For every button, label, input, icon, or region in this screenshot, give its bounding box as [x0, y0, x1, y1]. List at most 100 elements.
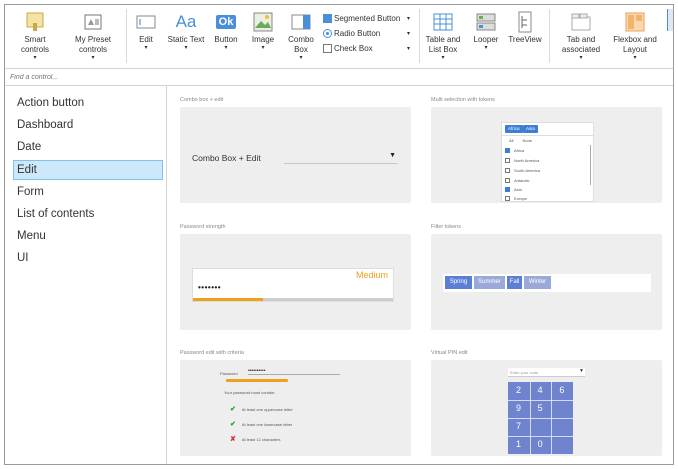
sidebar-item-action-button[interactable]: Action button: [13, 93, 163, 113]
multi-select-list[interactable]: Africa Asia All None Africa North Americ…: [501, 122, 594, 202]
list-item-label: None: [522, 138, 533, 143]
filter-bar: [5, 69, 673, 86]
ribbon-looper[interactable]: Looper ▾: [471, 9, 501, 65]
pin-key[interactable]: 0: [530, 436, 551, 453]
chevron-down-icon: ▾: [91, 55, 95, 61]
field-label: Password: [220, 370, 238, 376]
chevron-down-icon: ▾: [407, 45, 411, 52]
token-chip[interactable]: Summer: [474, 276, 505, 289]
list-item[interactable]: Antarctic: [505, 176, 530, 185]
ribbon-preset-controls[interactable]: My Preset controls ▾: [65, 9, 121, 65]
chevron-down-icon[interactable]: ▼: [579, 368, 584, 374]
ribbon-label: Static Text: [167, 35, 205, 44]
token-chip[interactable]: Africa: [505, 125, 523, 133]
ribbon-edit[interactable]: Edit ▾: [133, 9, 159, 65]
ribbon-label: Image: [251, 35, 275, 44]
ribbon-label: Segmented Button: [334, 13, 401, 23]
pin-key[interactable]: [551, 436, 572, 453]
ribbon-combo-box[interactable]: Combo Box ▾: [286, 9, 316, 65]
chevron-down-icon: ▾: [484, 45, 488, 51]
sample-card-multi-selection[interactable]: Africa Asia All None Africa North Americ…: [431, 107, 662, 203]
chevron-down-icon: ▾: [144, 45, 148, 51]
scrollbar[interactable]: [589, 145, 591, 185]
image-icon: [252, 9, 274, 35]
sample-card-password-strength[interactable]: Medium •••••••: [180, 234, 411, 330]
ribbon-flexbox[interactable]: Flexbox and Layout ▾: [609, 9, 661, 65]
combo-box-icon: [290, 9, 312, 35]
ribbon-tab[interactable]: Tab and associated ▾: [556, 9, 606, 65]
checkbox[interactable]: [505, 178, 510, 183]
check-icon: ✔: [230, 421, 236, 428]
checkbox[interactable]: [505, 158, 510, 163]
pin-key[interactable]: 9: [508, 400, 529, 417]
pin-key[interactable]: 2: [508, 382, 529, 399]
sidebar-item-ui[interactable]: UI: [13, 248, 163, 268]
strength-bar-fill: [193, 298, 263, 301]
sidebar-item-menu[interactable]: Menu: [13, 226, 163, 246]
token-chip[interactable]: Winter: [524, 276, 551, 289]
sidebar-item-date[interactable]: Date: [13, 137, 163, 157]
chevron-down-icon: ▾: [224, 45, 228, 51]
sidebar-item-list-of-contents[interactable]: List of contents: [13, 204, 163, 224]
pin-key[interactable]: 6: [551, 382, 572, 399]
criteria-label: At least 12 characters: [241, 436, 281, 442]
checkbox[interactable]: [505, 187, 510, 192]
pin-key[interactable]: [551, 418, 572, 435]
list-item[interactable]: Asia: [505, 185, 522, 194]
chevron-down-icon: ▾: [579, 55, 583, 61]
sidebar-item-dashboard[interactable]: Dashboard: [13, 115, 163, 135]
password-input[interactable]: ••••••••••: [248, 369, 340, 375]
check-icon: ✔: [230, 406, 236, 413]
pin-keypad: 246 95710: [508, 382, 573, 454]
token-chip[interactable]: Spring: [445, 276, 472, 289]
sidebar-item-form[interactable]: Form: [13, 182, 163, 202]
checkbox[interactable]: [505, 196, 510, 201]
criteria-label: At least one lowercase letter: [241, 421, 293, 427]
password-value: •••••••: [198, 283, 222, 292]
sidebar-item-edit[interactable]: Edit: [13, 160, 163, 180]
chevron-down-icon: ▾: [407, 30, 411, 37]
checkbox[interactable]: [505, 168, 510, 173]
ribbon-static-text[interactable]: Aa Static Text ▾: [165, 9, 207, 65]
ribbon-smart-controls[interactable]: Smart controls ▾: [11, 9, 59, 65]
token-filter-field[interactable]: Spring Summer Fall Winter: [443, 274, 651, 292]
chevron-down-icon: ▾: [441, 55, 445, 61]
button-glyph: Ok: [215, 15, 237, 29]
token-chip[interactable]: Fall: [507, 276, 522, 289]
pin-key[interactable]: 1: [508, 436, 529, 453]
list-item[interactable]: South America: [505, 166, 540, 175]
list-item[interactable]: Europe: [505, 194, 527, 203]
ribbon-check-box[interactable]: Check Box ▾: [323, 41, 410, 55]
ribbon-segmented-button[interactable]: Segmented Button ▾: [323, 11, 410, 25]
sample-card-filter-tokens[interactable]: Spring Summer Fall Winter: [431, 234, 662, 330]
sidebar: Action button Dashboard Date Edit Form L…: [5, 86, 167, 464]
list-item[interactable]: All None: [505, 136, 532, 145]
ribbon-treeview[interactable]: TreeView: [508, 9, 542, 65]
list-item-label: North America: [514, 158, 540, 163]
ribbon-scroll-indicator[interactable]: [667, 9, 673, 31]
ribbon-radio-button[interactable]: Radio Button ▾: [323, 26, 410, 40]
password-field[interactable]: Medium •••••••: [192, 268, 394, 302]
criteria-label: At least one uppercase letter: [241, 406, 293, 412]
chevron-down-icon: ▾: [633, 55, 637, 61]
pin-key[interactable]: [551, 400, 572, 417]
pin-input[interactable]: Enter your code: [508, 368, 585, 377]
pin-key[interactable]: 7: [508, 418, 529, 435]
ribbon-image[interactable]: Image ▾: [249, 9, 277, 65]
ribbon-label: Looper: [473, 35, 499, 44]
pin-key[interactable]: [530, 418, 551, 435]
find-control-input[interactable]: [10, 71, 210, 83]
checkbox[interactable]: [505, 148, 510, 153]
pin-key[interactable]: 4: [530, 382, 551, 399]
sample-card-virtual-pin[interactable]: Enter your code ▼ 246 95710: [431, 360, 662, 456]
ribbon-button[interactable]: Ok Button ▾: [211, 9, 241, 65]
chevron-down-icon: ▼: [389, 152, 396, 159]
token-chip[interactable]: Asia: [523, 125, 538, 133]
sample-card-combo-edit[interactable]: Combo Box + Edit ▼: [180, 107, 411, 203]
ribbon-table-list[interactable]: Table and List Box ▾: [423, 9, 463, 65]
combo-box[interactable]: ▼: [284, 151, 398, 164]
list-item[interactable]: North America: [505, 156, 539, 165]
list-item[interactable]: Africa: [505, 146, 524, 155]
sample-card-password-criteria[interactable]: Password •••••••••• Your password must c…: [180, 360, 411, 456]
pin-key[interactable]: 5: [530, 400, 551, 417]
